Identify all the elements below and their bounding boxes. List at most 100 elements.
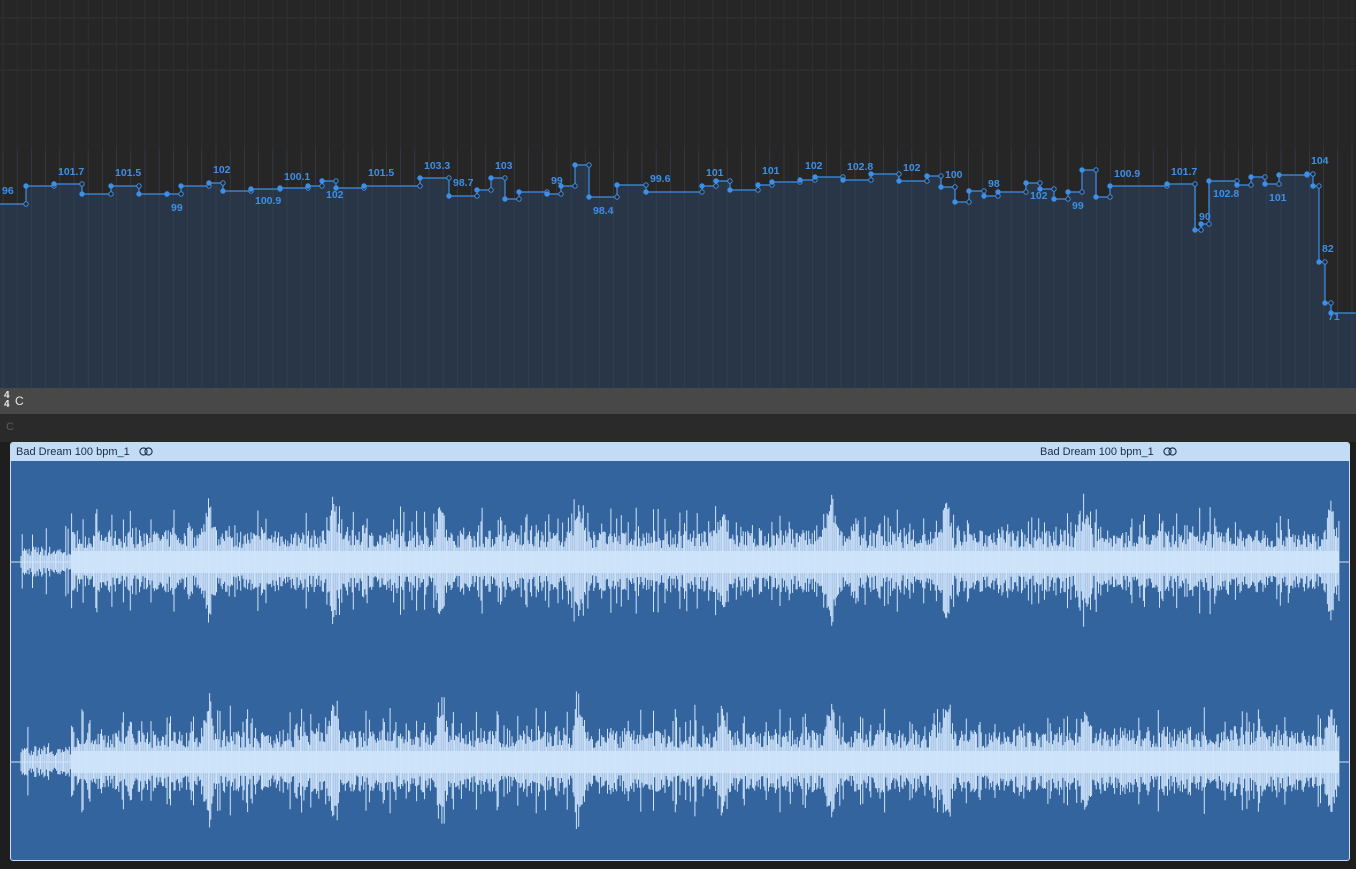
tempo-node[interactable] <box>952 199 958 205</box>
tempo-node[interactable] <box>516 189 522 195</box>
tempo-node[interactable] <box>572 183 578 189</box>
tempo-node[interactable] <box>1079 189 1085 195</box>
tempo-node[interactable] <box>1304 171 1310 177</box>
tempo-node[interactable] <box>136 183 142 189</box>
tempo-node[interactable] <box>755 182 761 188</box>
tempo-node[interactable] <box>277 185 283 191</box>
tempo-node[interactable] <box>1037 180 1043 186</box>
tempo-node[interactable] <box>1328 300 1334 306</box>
audio-region[interactable]: Bad Dream 100 bpm_1 Bad Dream 100 bpm_1 <box>10 442 1350 861</box>
tempo-node[interactable] <box>1107 194 1113 200</box>
tempo-node[interactable] <box>1276 172 1282 178</box>
tempo-node[interactable] <box>896 178 902 184</box>
tempo-node[interactable] <box>586 194 592 200</box>
tempo-node[interactable] <box>1198 227 1204 233</box>
tempo-node[interactable] <box>699 189 705 195</box>
tempo-node[interactable] <box>502 196 508 202</box>
tempo-node[interactable] <box>868 177 874 183</box>
tempo-node[interactable] <box>643 189 649 195</box>
tempo-node[interactable] <box>502 175 508 181</box>
tempo-node[interactable] <box>1065 189 1071 195</box>
tempo-node[interactable] <box>1316 183 1322 189</box>
tempo-node[interactable] <box>361 183 367 189</box>
time-signature[interactable]: 4 4 <box>4 391 10 410</box>
tempo-node[interactable] <box>1051 196 1057 202</box>
tempo-node[interactable] <box>206 180 212 186</box>
tempo-node[interactable] <box>586 162 592 168</box>
tempo-node[interactable] <box>1316 259 1322 265</box>
tempo-node[interactable] <box>108 183 114 189</box>
tempo-node[interactable] <box>474 193 480 199</box>
tempo-node[interactable] <box>1322 259 1328 265</box>
tempo-node[interactable] <box>51 181 57 187</box>
tempo-node[interactable] <box>952 184 958 190</box>
tempo-node[interactable] <box>727 187 733 193</box>
tempo-node[interactable] <box>417 183 423 189</box>
chord-label[interactable]: C <box>6 421 14 433</box>
tempo-node[interactable] <box>572 162 578 168</box>
signature-track[interactable] <box>0 388 1356 414</box>
tempo-node[interactable] <box>1322 300 1328 306</box>
tempo-node[interactable] <box>333 178 339 184</box>
tempo-node[interactable] <box>966 199 972 205</box>
tempo-node[interactable] <box>727 178 733 184</box>
tempo-node[interactable] <box>1192 227 1198 233</box>
tempo-node[interactable] <box>1262 181 1268 187</box>
tempo-node[interactable] <box>924 178 930 184</box>
tempo-node[interactable] <box>544 191 550 197</box>
tempo-node[interactable] <box>1248 174 1254 180</box>
tempo-node[interactable] <box>319 178 325 184</box>
tempo-node[interactable] <box>981 193 987 199</box>
tempo-node[interactable] <box>1164 181 1170 187</box>
tempo-node[interactable] <box>108 191 114 197</box>
tempo-node[interactable] <box>1093 194 1099 200</box>
tempo-node[interactable] <box>1051 186 1057 192</box>
tempo-node[interactable] <box>1192 181 1198 187</box>
tempo-node[interactable] <box>797 177 803 183</box>
tempo-node[interactable] <box>981 188 987 194</box>
tempo-node[interactable] <box>446 175 452 181</box>
tempo-node[interactable] <box>417 175 423 181</box>
tempo-node[interactable] <box>1065 196 1071 202</box>
tempo-node[interactable] <box>713 183 719 189</box>
tempo-node[interactable] <box>938 173 944 179</box>
tempo-node[interactable] <box>1206 178 1212 184</box>
tempo-node[interactable] <box>220 180 226 186</box>
tempo-node[interactable] <box>1262 174 1268 180</box>
tempo-node[interactable] <box>178 191 184 197</box>
tempo-node[interactable] <box>938 184 944 190</box>
tempo-node[interactable] <box>1079 167 1085 173</box>
tempo-node[interactable] <box>614 194 620 200</box>
tempo-node[interactable] <box>1107 183 1113 189</box>
tempo-node[interactable] <box>713 178 719 184</box>
tempo-node[interactable] <box>1093 167 1099 173</box>
key-signature[interactable]: C <box>15 394 24 408</box>
tempo-node[interactable] <box>614 182 620 188</box>
tempo-node[interactable] <box>769 179 775 185</box>
tempo-node[interactable] <box>178 183 184 189</box>
tempo-node[interactable] <box>924 173 930 179</box>
tempo-node[interactable] <box>1234 182 1240 188</box>
tempo-node[interactable] <box>248 186 254 192</box>
tempo-node[interactable] <box>1023 189 1029 195</box>
tempo-node[interactable] <box>699 183 705 189</box>
tempo-track-lane[interactable]: 96 101.7 101.5 99 102 100.9 100.1 102 101.5 103.3… <box>0 0 1356 388</box>
tempo-node[interactable] <box>488 187 494 193</box>
tempo-node[interactable] <box>558 191 564 197</box>
tempo-node[interactable] <box>446 193 452 199</box>
tempo-node[interactable] <box>1310 183 1316 189</box>
tempo-node[interactable] <box>23 183 29 189</box>
tempo-node[interactable] <box>643 182 649 188</box>
tempo-node[interactable] <box>220 188 226 194</box>
tempo-node[interactable] <box>995 189 1001 195</box>
tempo-node[interactable] <box>23 201 29 207</box>
tempo-node[interactable] <box>516 196 522 202</box>
tempo-node[interactable] <box>79 181 85 187</box>
tempo-node[interactable] <box>812 174 818 180</box>
tempo-curve[interactable]: 96101.7 101.599102100.9100.1102101.5103.3… <box>0 0 1356 388</box>
tempo-node[interactable] <box>1023 180 1029 186</box>
tempo-node[interactable] <box>79 191 85 197</box>
tempo-node[interactable] <box>474 187 480 193</box>
tempo-node[interactable] <box>1276 181 1282 187</box>
chord-track[interactable] <box>0 414 1356 442</box>
